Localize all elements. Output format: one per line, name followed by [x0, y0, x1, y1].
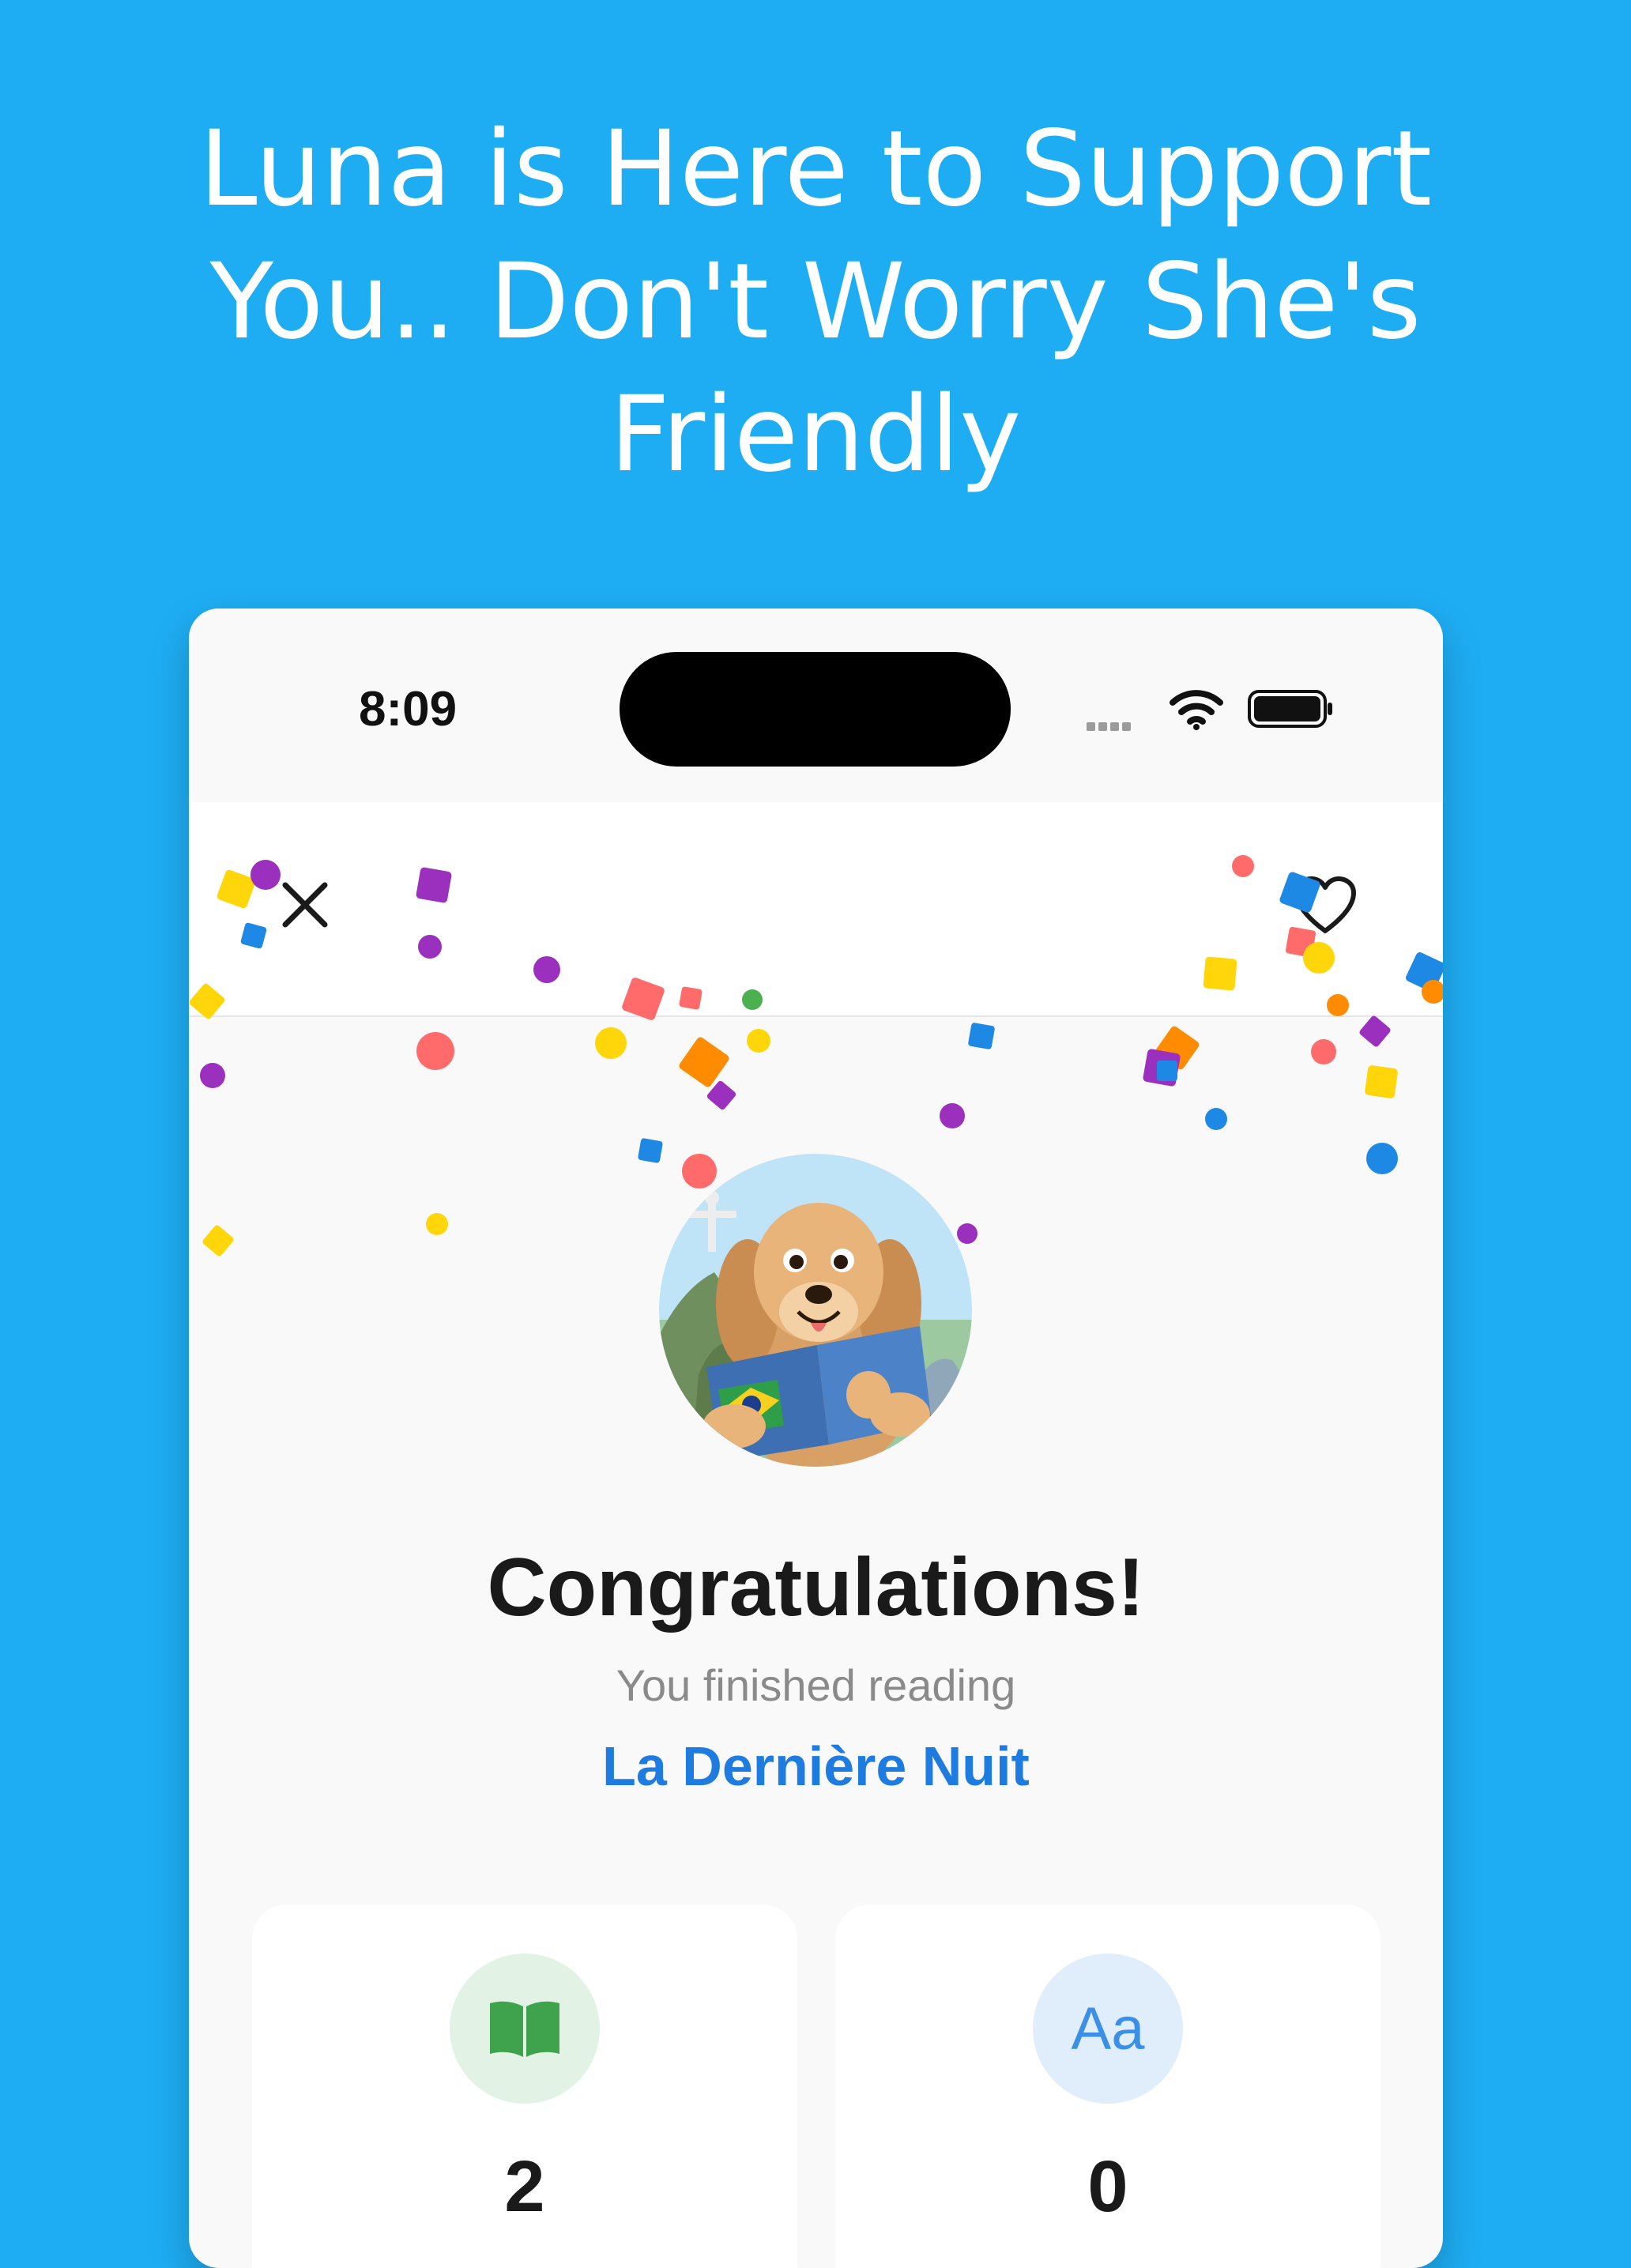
- headline-line-2: You.. Don't Worry She's: [209, 241, 1422, 363]
- headline-line-1: Luna is Here to Support: [198, 108, 1433, 230]
- confetti-piece: [1311, 1039, 1336, 1064]
- confetti-piece: [1422, 980, 1443, 1004]
- confetti-piece: [415, 866, 453, 904]
- battery-icon: [1248, 690, 1332, 728]
- wifi-icon: [1170, 690, 1223, 730]
- confetti-piece: [682, 1154, 717, 1189]
- confetti-piece: [426, 1213, 448, 1235]
- dynamic-island: [620, 652, 1011, 767]
- stat-icon-container: [450, 1953, 600, 2104]
- confetti-piece: [200, 1063, 225, 1088]
- confetti-piece: [1358, 1014, 1392, 1049]
- luna-avatar: [659, 1154, 972, 1467]
- confetti-piece: [742, 989, 763, 1010]
- confetti-piece: [940, 1103, 965, 1128]
- confetti-piece: [1327, 994, 1349, 1016]
- book-icon: [490, 2001, 559, 2057]
- confetti-piece: [416, 1032, 454, 1070]
- book-title-link[interactable]: La Dernière Nuit: [189, 1735, 1443, 1798]
- confetti-piece: [747, 1029, 770, 1053]
- confetti-piece: [1205, 1108, 1227, 1130]
- headline-line-3: Friendly: [609, 374, 1022, 495]
- confetti-piece: [957, 1223, 977, 1244]
- cellular-signal-icon: [1087, 719, 1134, 734]
- close-icon[interactable]: [277, 877, 333, 932]
- confetti-piece: [637, 1137, 664, 1164]
- stat-value-stories: 2: [504, 2146, 545, 2227]
- confetti-piece: [1366, 1143, 1398, 1174]
- status-time: 8:09: [359, 682, 458, 737]
- confetti-piece: [533, 956, 560, 983]
- phone-screen: 8:09 Congratulations! You finished readi…: [189, 608, 1443, 2268]
- promo-headline: Luna is Here to Support You.. Don't Worr…: [0, 103, 1631, 501]
- confetti-piece: [967, 1022, 996, 1050]
- status-bar: 8:09: [189, 608, 1443, 802]
- confetti-piece: [677, 1035, 731, 1089]
- confetti-piece: [678, 985, 703, 1011]
- finished-reading-label: You finished reading: [616, 1660, 1016, 1710]
- confetti-piece: [1303, 942, 1335, 974]
- stat-value-words: 0: [1087, 2146, 1128, 2227]
- confetti-piece: [418, 935, 442, 959]
- stat-card-words: Aa 0: [835, 1904, 1381, 2268]
- confetti-piece: [1157, 1061, 1177, 1081]
- congratulations-heading: Congratulations!: [487, 1542, 1145, 1633]
- confetti-piece: [1232, 855, 1254, 877]
- confetti-piece: [1364, 1064, 1399, 1099]
- text-size-icon: Aa: [1071, 1995, 1145, 2063]
- confetti-piece: [1203, 956, 1237, 991]
- confetti-piece: [595, 1027, 627, 1059]
- stat-icon-container: Aa: [1033, 1953, 1183, 2104]
- confetti-piece: [201, 1223, 235, 1258]
- top-bar: [189, 802, 1443, 1017]
- stat-card-stories: 2: [252, 1904, 797, 2268]
- confetti-piece: [250, 860, 281, 890]
